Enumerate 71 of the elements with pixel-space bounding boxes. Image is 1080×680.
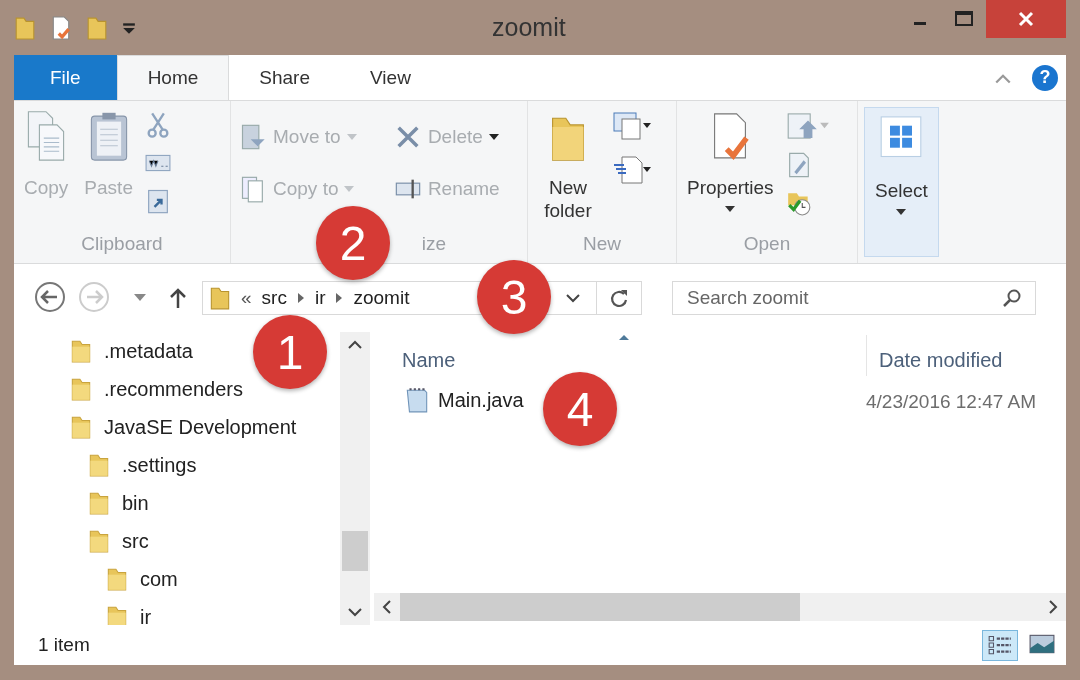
folder-icon (70, 338, 92, 364)
close-button[interactable] (986, 0, 1066, 38)
folder-icon (88, 528, 110, 554)
tree-item[interactable]: bin (88, 490, 149, 516)
window-title: zoomit (491, 13, 567, 42)
breadcrumb-separator-icon[interactable] (335, 292, 344, 304)
breadcrumb[interactable]: zoomit (353, 287, 410, 309)
ribbon-button[interactable]: New folder (534, 107, 602, 229)
group-label: Open (743, 232, 791, 256)
ribbon-tab[interactable]: Home (116, 55, 230, 100)
tree-item[interactable]: com (106, 566, 178, 592)
group-label: ize (421, 232, 447, 256)
horizontal-scrollbar[interactable] (374, 593, 1066, 621)
folder-icon (88, 452, 110, 478)
item-count: 1 item (38, 634, 90, 656)
folder-icon (209, 285, 231, 311)
refresh-icon (609, 288, 629, 308)
search-field[interactable]: Search zoomit (672, 281, 1036, 315)
breadcrumb[interactable]: ir (314, 287, 326, 309)
maximize-icon (954, 9, 974, 29)
recent-caret-icon[interactable] (134, 294, 146, 302)
column-header[interactable]: Date modified (866, 335, 1003, 376)
scroll-down-icon[interactable] (348, 607, 362, 617)
scroll-thumb[interactable] (342, 531, 368, 571)
breadcrumb-separator-icon[interactable] (296, 292, 305, 304)
ribbon-tab[interactable]: View (340, 55, 441, 100)
breadcrumb[interactable]: src (261, 287, 287, 309)
customize-caret-icon[interactable] (122, 20, 136, 35)
history-dropdown-icon[interactable] (566, 293, 580, 303)
group-label: New (583, 232, 621, 256)
caret-icon (725, 205, 736, 212)
file-name[interactable]: Main.java (404, 386, 524, 414)
tree-item[interactable]: .recommenders (70, 376, 243, 402)
caret-icon (344, 186, 355, 192)
vertical-scrollbar[interactable] (340, 332, 370, 625)
folder-icon (106, 566, 128, 592)
tree-item[interactable]: JavaSE Development (70, 414, 297, 440)
tree-item[interactable]: .metadata (70, 338, 193, 364)
new-item-icon[interactable] (610, 111, 654, 141)
folder-icon (88, 490, 110, 516)
close-icon (1016, 9, 1036, 29)
help-button[interactable]: ? (1032, 64, 1058, 91)
overflow-chevrons[interactable]: « (241, 287, 252, 309)
caret-icon (346, 134, 357, 140)
scroll-right-icon[interactable] (1048, 600, 1058, 614)
tree-item[interactable]: .settings (88, 452, 197, 478)
minimize-icon (914, 21, 926, 25)
tree-item[interactable]: src (88, 528, 149, 554)
notepad-file-icon (404, 386, 430, 414)
ribbon-tab[interactable]: Share (229, 55, 340, 100)
properties-icon[interactable] (50, 13, 72, 42)
ribbon-tab[interactable]: File (14, 55, 117, 100)
caret-icon (488, 134, 499, 140)
folder-icon (70, 414, 92, 440)
sort-arrow-icon (618, 334, 630, 340)
tree-item[interactable]: ir (106, 604, 152, 625)
scroll-left-icon[interactable] (382, 600, 392, 614)
scroll-thumb[interactable] (400, 593, 800, 621)
up-arrow-icon[interactable] (168, 286, 188, 310)
ribbon-button[interactable]: Properties (683, 107, 778, 229)
date-modified: 4/23/2016 12:47 AM (866, 391, 1037, 413)
caret-icon (896, 208, 907, 215)
details-view-button[interactable] (982, 629, 1018, 661)
folder-icon (70, 376, 92, 402)
landscape-thumbnail-icon (1029, 632, 1055, 655)
scroll-up-icon[interactable] (348, 340, 362, 350)
search-icon (1002, 288, 1022, 308)
move-icon (239, 123, 267, 151)
group-label: Clipboard (81, 232, 163, 256)
ribbon-button[interactable]: Select (864, 107, 939, 257)
folder-icon (106, 604, 128, 625)
